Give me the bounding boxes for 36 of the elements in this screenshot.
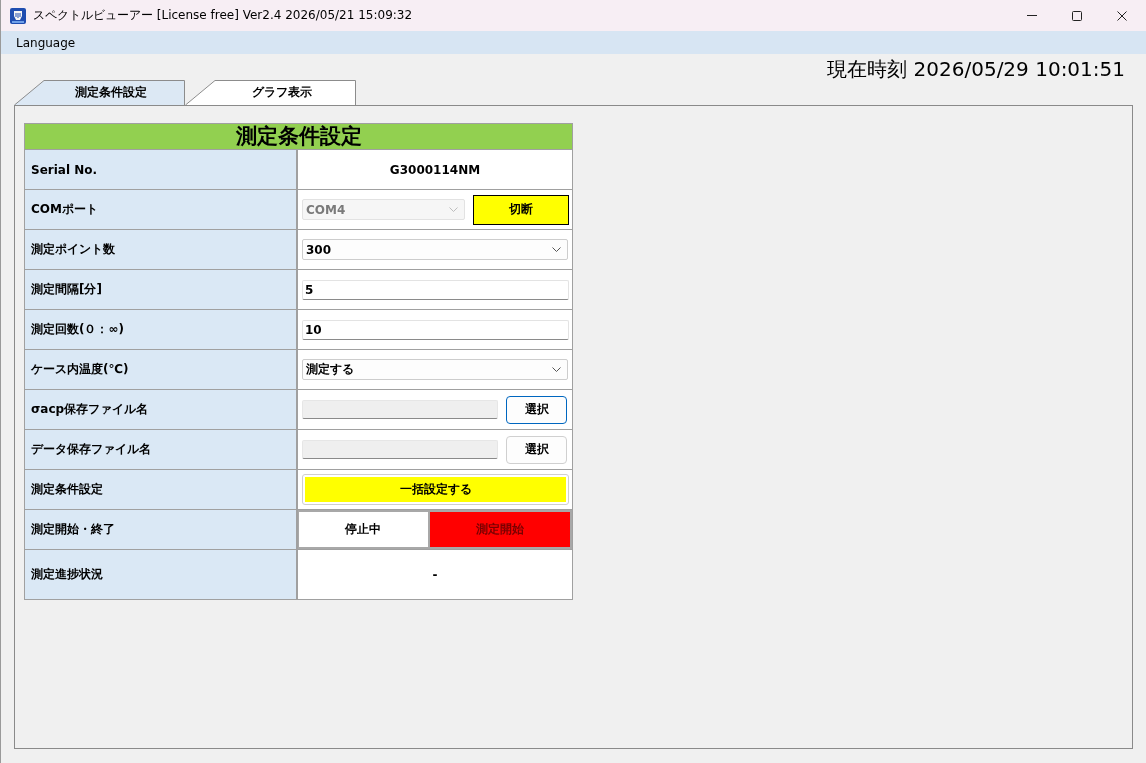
input-field[interactable]: 5 [302, 279, 569, 300]
input-field[interactable]: 10 [302, 319, 569, 340]
label-cell: Serial No. [25, 150, 298, 189]
file-path-field[interactable] [302, 400, 498, 419]
dropdown[interactable]: 測定する [302, 359, 568, 380]
chevron-down-icon [449, 207, 458, 212]
label-cell: COMポート [25, 190, 298, 229]
current-time: 現在時刻 2026/05/29 10:01:51 [827, 57, 1125, 81]
section-heading: 測定条件設定 [25, 124, 572, 150]
label-cell: 測定開始・終了 [25, 510, 298, 549]
minimize-icon [1026, 15, 1037, 16]
value-text: G3000114NM [388, 161, 482, 179]
file-path-field[interactable] [302, 440, 498, 459]
chevron-down-icon [552, 367, 561, 372]
tab[interactable]: 測定条件設定 [14, 80, 185, 105]
label-cell: ケース内温度(℃) [25, 350, 298, 389]
tab[interactable]: グラフ表示 [185, 80, 356, 105]
label-cell: 測定進捗状況 [25, 550, 298, 599]
dropdown[interactable]: 300 [302, 239, 568, 260]
label-cell: データ保存ファイル名 [25, 430, 298, 469]
label-cell: 測定間隔[分] [25, 270, 298, 309]
status-cell: 停止中 [299, 512, 428, 547]
value-text: - [431, 566, 439, 584]
close-icon [1116, 10, 1127, 21]
menu-item[interactable]: Language [9, 33, 83, 52]
browse-button[interactable]: 選択 [506, 395, 567, 424]
label-cell: σacp保存ファイル名 [25, 390, 298, 429]
chevron-down-icon [552, 247, 561, 252]
browse-button[interactable]: 選択 [506, 435, 567, 464]
label-cell: 測定回数(０：∞) [25, 310, 298, 349]
maximize-icon [1071, 10, 1082, 21]
apply-all-button[interactable]: 一括設定する [302, 474, 569, 505]
label-cell: 測定ポイント数 [25, 230, 298, 269]
window-title: スペクトルビューアー [License free] Ver2.4 2026/05/21 15:09:32 [33, 7, 414, 24]
label-cell: 測定条件設定 [25, 470, 298, 509]
app-icon [10, 7, 26, 24]
